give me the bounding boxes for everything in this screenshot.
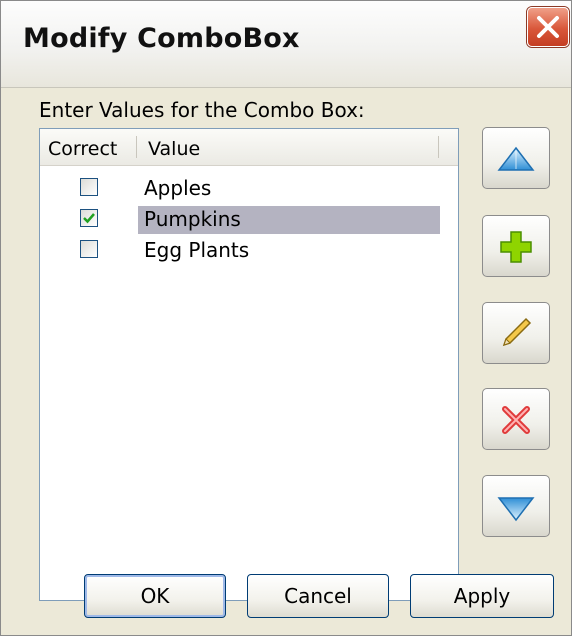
- list-row[interactable]: Apples: [40, 173, 458, 204]
- column-divider[interactable]: [136, 136, 137, 158]
- edit-button[interactable]: [482, 302, 550, 364]
- move-down-button[interactable]: [482, 475, 550, 537]
- close-button[interactable]: [527, 7, 569, 47]
- column-divider[interactable]: [438, 136, 439, 158]
- apply-button[interactable]: Apply: [410, 574, 554, 618]
- edit-pencil-icon: [502, 317, 532, 347]
- add-button[interactable]: [482, 215, 550, 277]
- list-item-value[interactable]: Egg Plants: [138, 237, 255, 265]
- list-item-value[interactable]: Pumpkins: [138, 206, 440, 234]
- list-item-value[interactable]: Apples: [138, 175, 217, 203]
- move-up-icon: [497, 146, 535, 171]
- close-icon: [537, 16, 559, 38]
- list-row[interactable]: Egg Plants: [40, 235, 458, 266]
- delete-icon: [502, 406, 530, 434]
- correct-checkbox[interactable]: [80, 178, 98, 196]
- delete-button[interactable]: [482, 388, 550, 450]
- move-down-icon: [497, 497, 535, 522]
- add-icon: [500, 231, 532, 263]
- list-row[interactable]: Pumpkins: [40, 204, 458, 235]
- column-header-correct[interactable]: Correct: [48, 138, 117, 160]
- modify-combobox-dialog: Modify ComboBox Enter Values for the Com…: [0, 0, 572, 636]
- correct-checkbox[interactable]: [80, 209, 98, 227]
- title-bar: Modify ComboBox: [1, 1, 571, 88]
- correct-checkbox[interactable]: [80, 240, 98, 258]
- values-list[interactable]: Correct Value Apples Pumpkins Egg Plants: [39, 128, 459, 601]
- cancel-button[interactable]: Cancel: [247, 574, 389, 618]
- ok-button[interactable]: OK: [84, 574, 226, 618]
- move-up-button[interactable]: [482, 127, 550, 189]
- list-header: Correct Value: [40, 129, 458, 166]
- column-header-value[interactable]: Value: [148, 138, 200, 160]
- window-title: Modify ComboBox: [23, 23, 300, 54]
- values-prompt-label: Enter Values for the Combo Box:: [39, 98, 365, 122]
- check-icon: [83, 213, 95, 224]
